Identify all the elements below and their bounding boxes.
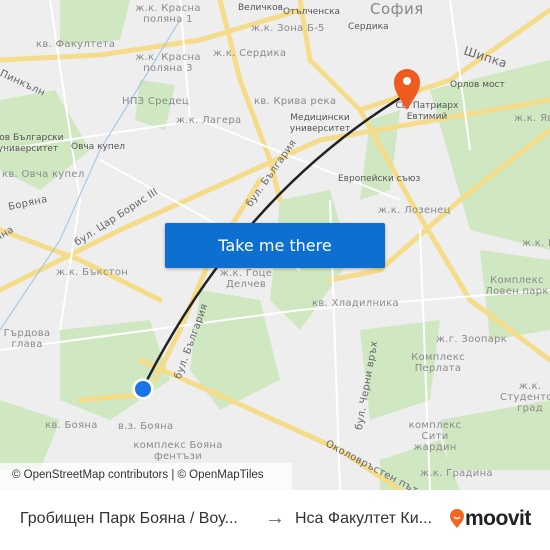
map[interactable]: София ж.к. Красна поляна 1 Величков Отъл… [0, 0, 550, 490]
moovit-logo: moovit [449, 507, 531, 531]
origin-marker-icon [132, 378, 154, 400]
map-attribution[interactable]: © OpenStreetMap contributors | © OpenMap… [0, 463, 292, 490]
origin-name: Гробищен Парк Бояна / Воу... [20, 510, 238, 527]
take-me-there-button[interactable]: Take me there [165, 223, 385, 268]
bottom-bar: Гробищен Парк Бояна / Воу... → Нса Факул… [0, 490, 550, 550]
moovit-pin-icon [450, 509, 464, 528]
destination-pin-icon [394, 69, 420, 110]
arrow-right-icon: → [265, 507, 285, 529]
destination-name: Нса Факултет Ки... [295, 510, 433, 527]
brand-name: moovit [465, 507, 531, 530]
